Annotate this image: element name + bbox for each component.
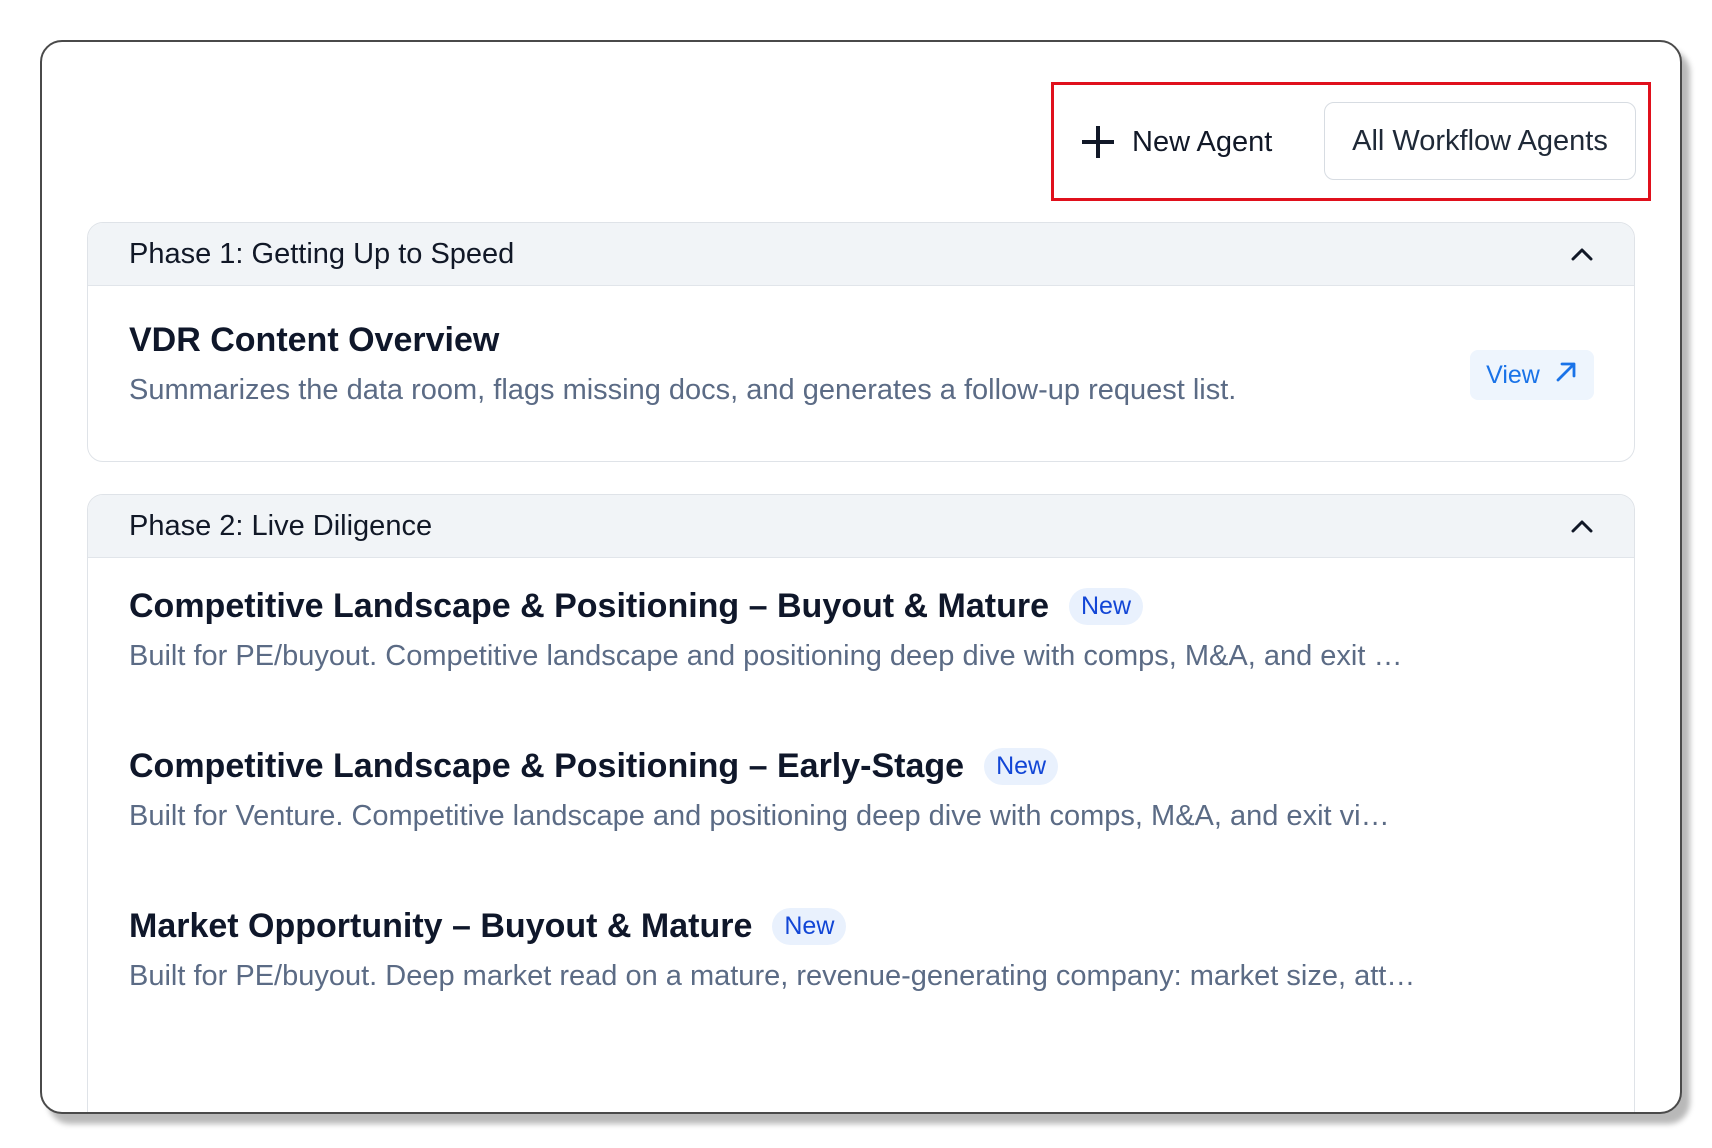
agent-title: Competitive Landscape & Positioning – Ea… (129, 747, 965, 785)
agent-description: Summarizes the data room, flags missing … (129, 374, 1237, 406)
agent-item[interactable]: Competitive Landscape & Positioning – Ea… (129, 747, 1594, 833)
arrow-up-right-icon (1554, 360, 1578, 391)
agent-title: Market Opportunity – Buyout & Mature (129, 907, 753, 945)
agent-description: Built for PE/buyout. Deep market read on… (129, 960, 1416, 992)
view-button[interactable]: View (1470, 350, 1594, 400)
chevron-up-icon[interactable] (1570, 514, 1594, 538)
all-workflow-agents-button[interactable]: All Workflow Agents (1324, 102, 1636, 180)
agent-title: VDR Content Overview (129, 321, 500, 359)
phase-header-1[interactable]: Phase 1: Getting Up to Speed (88, 223, 1634, 286)
new-badge: New (1069, 588, 1144, 625)
new-agent-label: New Agent (1132, 125, 1273, 158)
phase-title: Phase 1: Getting Up to Speed (129, 237, 515, 270)
view-label: View (1486, 360, 1540, 389)
plus-icon (1082, 126, 1114, 158)
phase-title: Phase 2: Live Diligence (129, 509, 433, 542)
new-badge: New (772, 908, 847, 945)
agent-description: Built for Venture. Competitive landscape… (129, 800, 1390, 832)
agent-description: Built for PE/buyout. Competitive landsca… (129, 640, 1403, 672)
workflow-agents-panel: New Agent All Workflow Agents Phase 1: G… (40, 40, 1682, 1114)
new-badge: New (984, 748, 1059, 785)
new-agent-button[interactable]: New Agent (1082, 110, 1272, 174)
phase-section-2: Phase 2: Live Diligence Competitive Land… (87, 494, 1635, 1112)
chevron-up-icon[interactable] (1570, 242, 1594, 266)
agent-item[interactable]: Competitive Landscape & Positioning – Bu… (129, 587, 1594, 673)
agent-item: VDR Content Overview Summarizes the data… (129, 321, 1594, 407)
phase-section-1: Phase 1: Getting Up to Speed VDR Content… (87, 222, 1635, 462)
agent-title: Competitive Landscape & Positioning – Bu… (129, 587, 1049, 625)
agent-item[interactable]: Market Opportunity – Buyout & Mature New… (129, 907, 1594, 993)
phase-header-2[interactable]: Phase 2: Live Diligence (88, 495, 1634, 558)
